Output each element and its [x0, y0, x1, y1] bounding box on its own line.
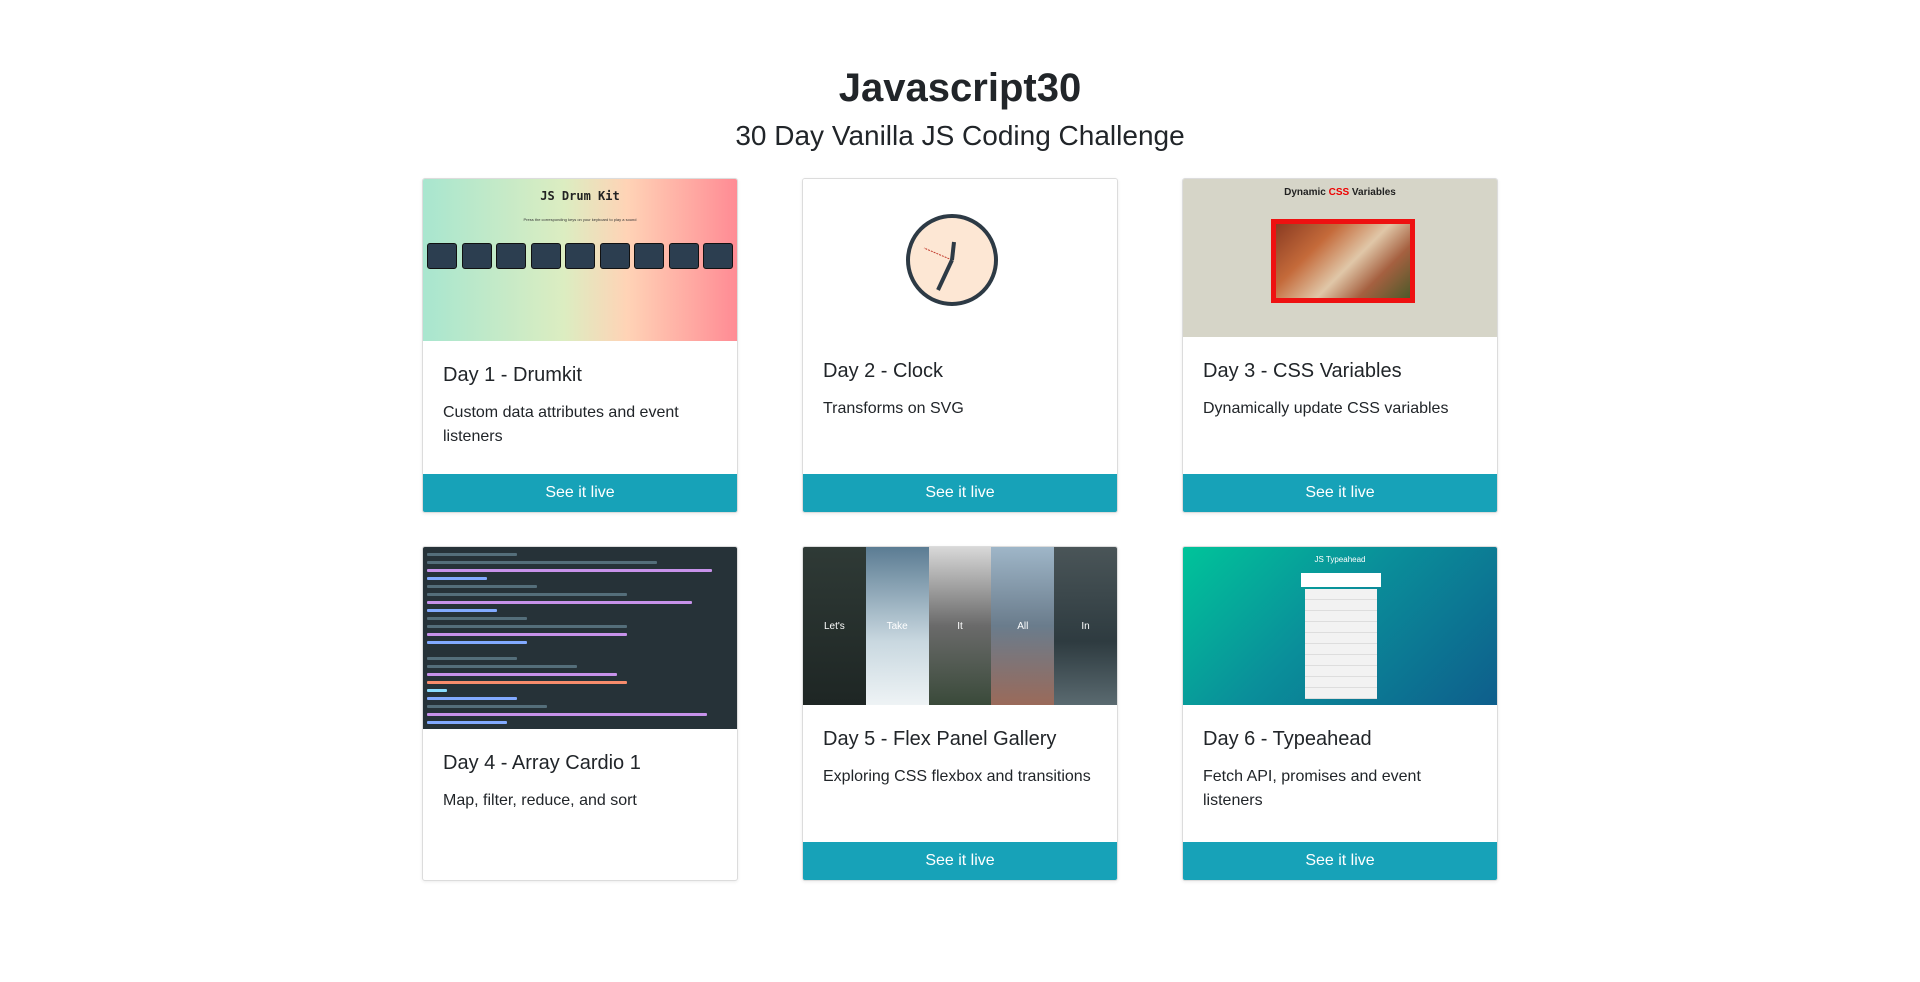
- see-it-live-button[interactable]: See it live: [803, 474, 1117, 512]
- card-day-4: Day 4 - Array Cardio 1 Map, filter, redu…: [422, 546, 738, 881]
- typeahead-result: [1305, 655, 1377, 666]
- thumb-heading: Dynamic CSS Variables: [1183, 187, 1497, 198]
- page-title: Javascript30: [838, 66, 1082, 110]
- drumkit-thumbnail[interactable]: JS Drum Kit Press the corresponding keys…: [423, 179, 737, 341]
- typeahead-search-box: [1301, 573, 1381, 587]
- card-day-6: JS Typeahead Day 6 - Typeahead Fetch API…: [1182, 546, 1498, 881]
- drum-key: [634, 243, 664, 269]
- typeahead-thumbnail[interactable]: JS Typeahead: [1183, 547, 1497, 705]
- code-line: [427, 633, 627, 636]
- card-day-2: Day 2 - Clock Transforms on SVG See it l…: [802, 178, 1118, 513]
- card-title: Day 5 - Flex Panel Gallery: [823, 728, 1057, 750]
- typeahead-result: [1305, 666, 1377, 677]
- card-description: Fetch API, promises and event listeners: [1203, 768, 1421, 809]
- drum-key: [461, 243, 492, 269]
- array-cardio-thumbnail[interactable]: [423, 547, 737, 729]
- panel-label: It: [957, 620, 963, 632]
- card-title: Day 1 - Drumkit: [443, 364, 582, 386]
- code-line: [427, 577, 487, 580]
- code-line: [427, 697, 517, 700]
- code-line: [427, 561, 657, 564]
- drum-key: [703, 243, 733, 269]
- drum-key: [427, 243, 457, 269]
- code-line: [427, 673, 617, 676]
- card-day-1: JS Drum Kit Press the corresponding keys…: [422, 178, 738, 513]
- typeahead-result: [1305, 589, 1377, 600]
- page-subtitle: 30 Day Vanilla JS Coding Challenge: [735, 120, 1185, 151]
- typeahead-result: [1305, 600, 1377, 611]
- thumb-heading: JS Typeahead: [1314, 555, 1366, 564]
- see-it-live-button[interactable]: See it live: [423, 474, 737, 512]
- thumb-caption: Press the corresponding keys on your key…: [523, 217, 637, 222]
- drum-key: [530, 243, 561, 269]
- clock-thumbnail[interactable]: [803, 179, 1117, 349]
- code-line: [427, 601, 692, 604]
- typeahead-result: [1305, 622, 1377, 633]
- gallery-panel: It: [928, 547, 992, 705]
- thumb-heading-suffix: Variables: [1349, 187, 1396, 198]
- code-line: [427, 689, 447, 692]
- code-line: [427, 657, 517, 660]
- card-day-5: Let's Take It All In Day 5 - Flex Panel …: [802, 546, 1118, 881]
- card-description: Transforms on SVG: [823, 400, 964, 417]
- code-line: [427, 641, 527, 644]
- typeahead-result: [1305, 611, 1377, 622]
- card-title: Day 6 - Typeahead: [1203, 728, 1372, 750]
- clock-face: [906, 214, 998, 306]
- gallery-panel: Take: [865, 547, 929, 705]
- flex-panel-thumbnail[interactable]: Let's Take It All In: [803, 547, 1117, 705]
- card-day-3: Dynamic CSS Variables Day 3 - CSS Variab…: [1182, 178, 1498, 513]
- panel-label: Let's: [823, 620, 845, 632]
- card-title: Day 2 - Clock: [823, 360, 944, 382]
- typeahead-result: [1305, 688, 1377, 699]
- code-line: [427, 593, 627, 596]
- card-description: Dynamically update CSS variables: [1203, 400, 1449, 417]
- code-line: [427, 553, 517, 556]
- css-variables-thumbnail[interactable]: Dynamic CSS Variables: [1183, 179, 1497, 337]
- drum-key: [668, 243, 699, 269]
- drum-keys: [427, 243, 733, 269]
- card-title: Day 3 - CSS Variables: [1203, 360, 1402, 382]
- clock-hands-icon: [923, 241, 956, 291]
- typeahead-result: [1305, 633, 1377, 644]
- code-line: [427, 617, 527, 620]
- code-line: [427, 705, 547, 708]
- code-line: [427, 625, 627, 628]
- code-line: [427, 665, 577, 668]
- code-line: [427, 609, 497, 612]
- gallery-panel: In: [1054, 547, 1117, 705]
- panel-label: All: [1017, 620, 1029, 632]
- panel-label: In: [1081, 620, 1090, 632]
- card-description: Map, filter, reduce, and sort: [443, 792, 637, 809]
- typeahead-result: [1305, 644, 1377, 655]
- panel-label: Take: [886, 620, 908, 632]
- typeahead-result: [1305, 677, 1377, 688]
- thumb-heading-accent: CSS: [1328, 187, 1350, 198]
- see-it-live-button[interactable]: See it live: [1183, 474, 1497, 512]
- code-line: [427, 721, 507, 724]
- page-header: Javascript30 30 Day Vanilla JS Coding Ch…: [0, 0, 1920, 154]
- code-line: [427, 681, 627, 684]
- drum-key: [599, 243, 630, 269]
- see-it-live-button[interactable]: See it live: [1183, 842, 1497, 880]
- card-title: Day 4 - Array Cardio 1: [443, 752, 641, 774]
- thumb-heading-prefix: Dynamic: [1284, 187, 1329, 198]
- code-line: [427, 569, 712, 572]
- gallery-panel: All: [991, 547, 1055, 705]
- drum-key: [496, 243, 526, 269]
- card-description: Custom data attributes and event listene…: [443, 404, 679, 445]
- gallery-panel: Let's: [803, 547, 866, 705]
- forest-image: [1271, 219, 1415, 303]
- code-line: [427, 585, 537, 588]
- code-line: [427, 713, 707, 716]
- thumb-heading: JS Drum Kit: [540, 189, 620, 203]
- card-description: Exploring CSS flexbox and transitions: [823, 768, 1091, 785]
- see-it-live-button[interactable]: See it live: [803, 842, 1117, 880]
- drum-key: [565, 243, 595, 269]
